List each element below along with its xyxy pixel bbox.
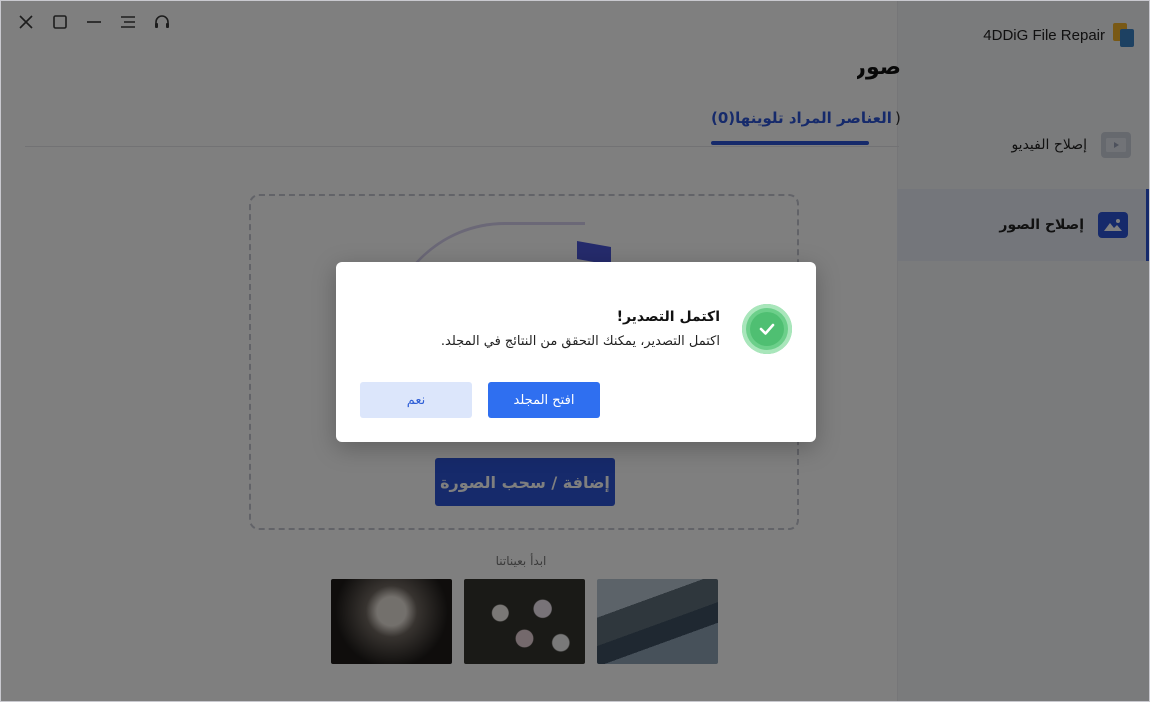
yes-button[interactable]: نعم xyxy=(360,382,472,418)
success-check-icon xyxy=(742,304,792,354)
open-folder-button[interactable]: افتح المجلد xyxy=(488,382,600,418)
dialog-title: اكتمل التصدير! xyxy=(616,309,720,325)
app-window: 4DDiG File Repair إصلاح الفيديو إصلاح ال… xyxy=(0,0,1150,702)
dialog-message: اكتمل التصدير، يمكنك التحقق من النتائج ف… xyxy=(440,334,720,349)
export-complete-dialog: اكتمل التصدير! اكتمل التصدير، يمكنك التح… xyxy=(336,262,816,442)
